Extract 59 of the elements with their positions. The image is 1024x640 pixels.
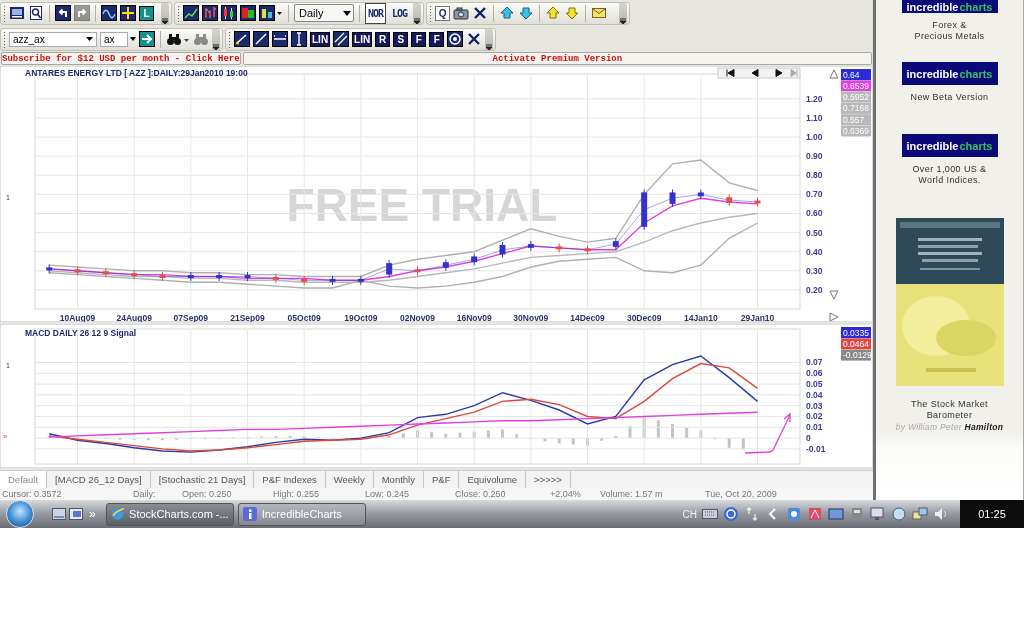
- status-text: Low: 0.245: [365, 489, 411, 499]
- value-badge: -0.0129: [841, 349, 872, 361]
- axis-label: 19Oct09: [344, 313, 378, 322]
- axis-label: 07Sep09: [173, 313, 209, 322]
- value-badge: 0.5952: [841, 91, 871, 103]
- axis-marker: »: [3, 432, 8, 441]
- value-badge: 0.7168: [841, 102, 871, 114]
- axis-label: 0.20: [806, 284, 823, 295]
- ad-caption: New Beta Version: [910, 92, 989, 103]
- axis-label: 0.06: [806, 368, 823, 379]
- axis-label: 0.04: [806, 389, 823, 400]
- axis-label: 0.50: [806, 227, 823, 238]
- axis-label: 30Dec09: [626, 313, 662, 322]
- axis-label: 24Aug09: [116, 313, 152, 322]
- axis-label: 0.03: [806, 400, 823, 411]
- value-badge: 0.64: [841, 69, 871, 80]
- axis-label: -0.01: [806, 443, 826, 454]
- ad-caption: Forex & Precious Metals: [914, 20, 985, 42]
- axis-label: 0.70: [806, 189, 823, 200]
- status-text: Open: 0.250: [182, 489, 233, 499]
- axis-label: 0.07: [806, 357, 823, 368]
- value-badge: 0.6369: [841, 125, 871, 137]
- axis-label: 0.40: [806, 246, 823, 257]
- axis-label: 14Dec09: [570, 313, 605, 322]
- axis-label: 0.80: [806, 170, 823, 181]
- axis-label: 1.20: [806, 93, 823, 104]
- status-text: Tue, Oct 20, 2009: [705, 489, 778, 499]
- axis-label: 0.05: [806, 379, 823, 390]
- axis-label: 0.30: [806, 265, 823, 276]
- axis-label: 0.90: [806, 151, 823, 162]
- status-text: High: 0.255: [273, 489, 321, 499]
- axis-label: 16Nov09: [456, 313, 492, 322]
- axis-label: 0.60: [806, 208, 823, 219]
- chart-title: MACD DAILY 26 12 9 Signal: [25, 328, 136, 338]
- axis-label: 21Sep09: [230, 313, 265, 322]
- axis-label: 1.00: [806, 132, 823, 143]
- value-badge: 0.0335: [841, 327, 871, 338]
- status-text: +2.04%: [550, 489, 582, 499]
- value-badge: 0.0464: [841, 338, 871, 350]
- axis-label: 05Oct09: [287, 313, 321, 322]
- value-badge: 0.6539: [841, 80, 871, 92]
- axis-label: 02Nov09: [400, 313, 435, 322]
- status-text: Close: 0.250: [455, 489, 507, 499]
- value-badge: 0.557: [841, 114, 871, 126]
- axis-label: 10Aug09: [59, 313, 96, 322]
- axis-label: 0.01: [806, 422, 823, 433]
- status-text: Cursor: 0.3572: [2, 489, 63, 499]
- axis-label: 0.02: [806, 411, 823, 422]
- axis-label: 1.10: [806, 112, 823, 123]
- axis-label: 30Nov09: [513, 313, 549, 322]
- status-text: Daily:: [133, 489, 157, 499]
- book-author: by William Peter Hamilton: [895, 422, 1004, 432]
- book-title: The Stock Market Barometer: [911, 399, 988, 421]
- axis-label: 29Jan10: [740, 313, 775, 322]
- chart-title: ANTARES ENERGY LTD [ AZZ ]:DAILY:29Jan2010 19:00: [25, 68, 248, 78]
- ad-caption: Over 1,000 US & World Indices.: [912, 164, 987, 186]
- axis-label: 14Jan10: [684, 313, 718, 322]
- status-text: Volume: 1.57 m: [600, 489, 664, 499]
- axis-label: 0: [806, 433, 811, 444]
